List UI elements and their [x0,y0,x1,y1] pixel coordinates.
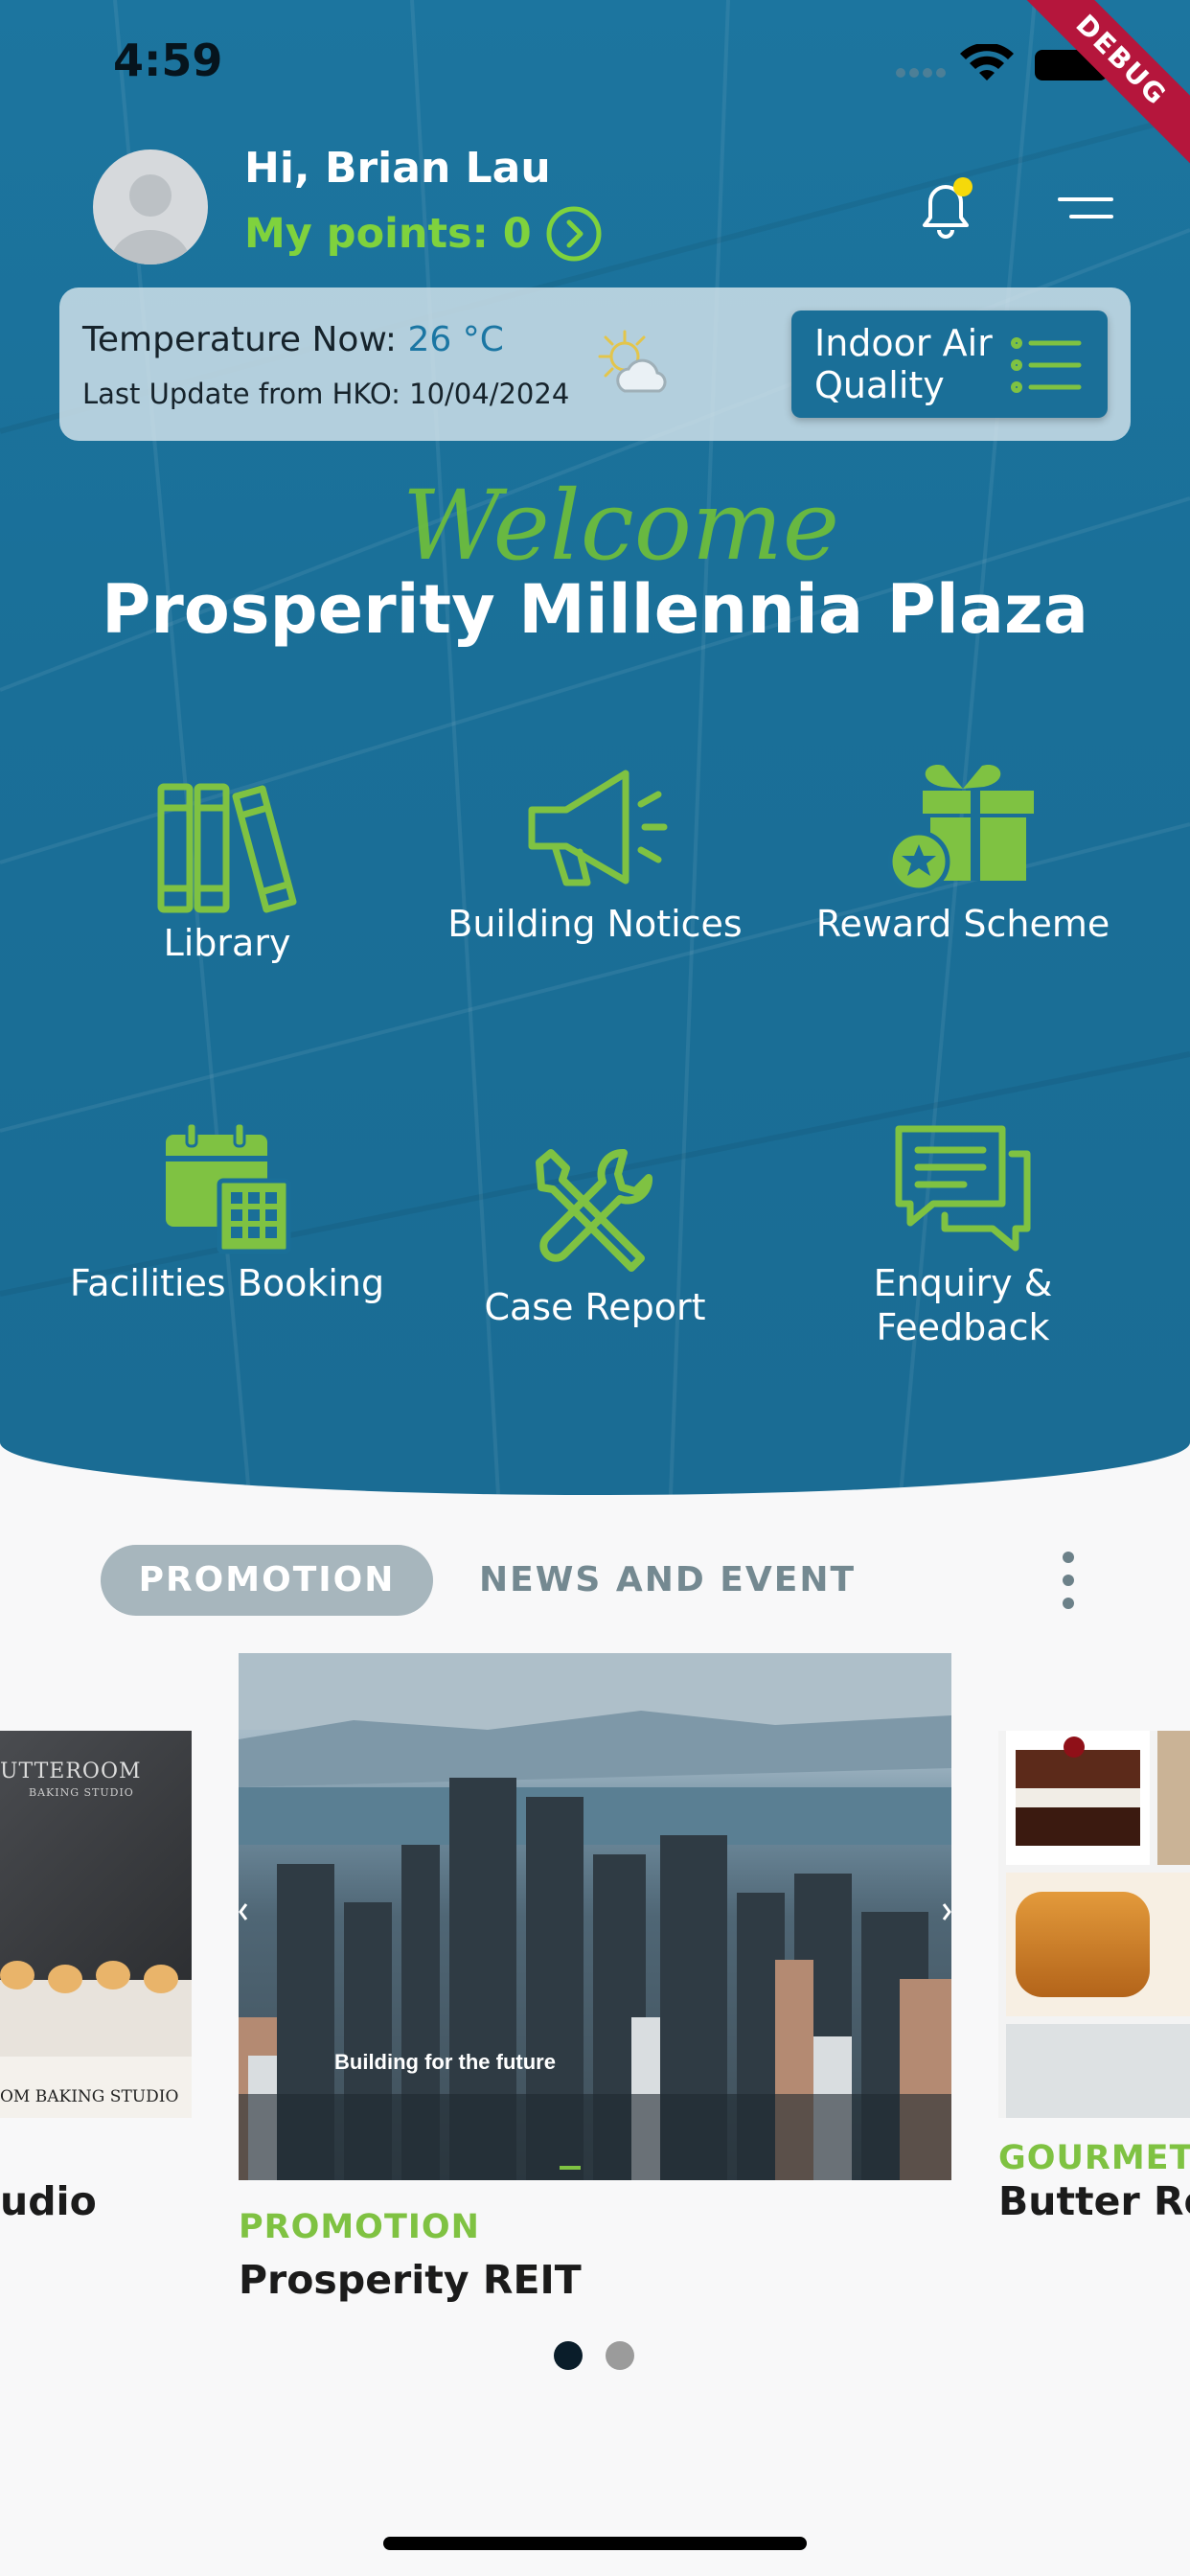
swiss-roll [1016,1892,1150,1997]
tab-promotion[interactable]: PROMOTION [101,1545,433,1616]
user-greeting: Hi, Brian Lau [244,144,551,193]
welcome-script: Welcome [402,470,840,582]
right-card-category: GOURMET [998,2139,1190,2177]
tile-reward-scheme[interactable]: Reward Scheme [805,762,1121,946]
center-card-title[interactable]: Prosperity REIT [239,2257,582,2303]
chat-icon [895,1125,1031,1252]
center-card-category: PROMOTION [239,2208,480,2246]
page-dot [606,2341,634,2370]
points-label: My points: 0 [244,210,532,258]
slide-indicator-icon [560,2166,581,2170]
hamburger-menu-icon[interactable] [1054,192,1117,224]
temperature-label: Temperature Now: [82,320,398,359]
tile-label: Building Notices [447,903,743,945]
chevron-right-circle-icon[interactable] [545,205,603,263]
tab-news-and-event[interactable]: NEWS AND EVENT [479,1545,856,1616]
carousel-page-dots[interactable] [552,2340,638,2371]
indoor-air-quality-label: Indoor Air Quality [814,322,993,406]
center-card-image[interactable]: Building for the future [239,1653,951,2180]
tile-facilities-booking[interactable]: Facilities Booking [69,1121,385,1305]
tile-library[interactable]: Library [69,781,385,965]
left-card-brand: UTTEROOM [0,1760,142,1783]
more-vertical-icon[interactable] [1054,1550,1083,1611]
tile-case-report[interactable]: Case Report [437,1145,753,1329]
temperature-row: Temperature Now: 26 °C [82,320,504,359]
points-link[interactable]: My points: 0 [244,205,603,263]
indoor-air-quality-button[interactable]: Indoor Air Quality [791,310,1108,418]
list-icon [1011,337,1082,393]
gift-icon [887,764,1034,893]
right-card-image[interactable] [998,1731,1190,2118]
notification-dot-icon [953,177,973,196]
tile-label: Reward Scheme [815,903,1110,945]
mousse-cake [1016,1750,1140,1846]
left-card-brand-sub: BAKING STUDIO [29,1786,134,1799]
tile-label: Enquiry & Feedback [873,1262,1053,1348]
tile-label: Library [163,922,291,964]
chevron-right-icon [942,1903,951,1920]
status-time: 4:59 [113,34,223,86]
tile-label: Case Report [484,1286,706,1328]
tools-icon [536,1148,653,1272]
calendar-icon [166,1121,291,1254]
notification-bell-icon[interactable] [915,177,976,242]
wifi-icon [960,44,1014,80]
user-silhouette-icon [110,174,191,264]
tarts-row [0,1961,192,1999]
sun-cloud-weather-icon [598,330,667,393]
last-update-text: Last Update from HKO: 10/04/2024 [82,378,570,410]
plaza-title: Prosperity Millennia Plaza [101,570,1089,649]
page-dot-active [554,2341,583,2370]
tile-building-notices[interactable]: Building Notices [437,762,753,946]
left-card-image[interactable]: UTTEROOM BAKING STUDIO OM BAKING STUDIO [0,1731,192,2118]
home-indicator[interactable] [383,2537,807,2550]
left-card-caption: OM BAKING STUDIO [0,2087,179,2106]
weather-card: Temperature Now: 26 °C Last Update from … [59,288,1131,441]
cellular-signal-icon [896,68,946,78]
tile-label: Facilities Booking [69,1262,385,1304]
megaphone-icon [528,770,668,886]
left-card-title[interactable]: udio [0,2178,97,2224]
right-card-title[interactable]: Butter Roo [998,2178,1190,2224]
temperature-value: 26 °C [407,320,504,359]
avatar[interactable] [93,150,208,264]
city-skyline-image [239,1653,951,2180]
center-card-image-caption: Building for the future [334,2050,556,2074]
chevron-left-icon [239,1903,248,1920]
library-icon [157,783,297,913]
tile-enquiry-feedback[interactable]: Enquiry & Feedback [805,1121,1121,1349]
